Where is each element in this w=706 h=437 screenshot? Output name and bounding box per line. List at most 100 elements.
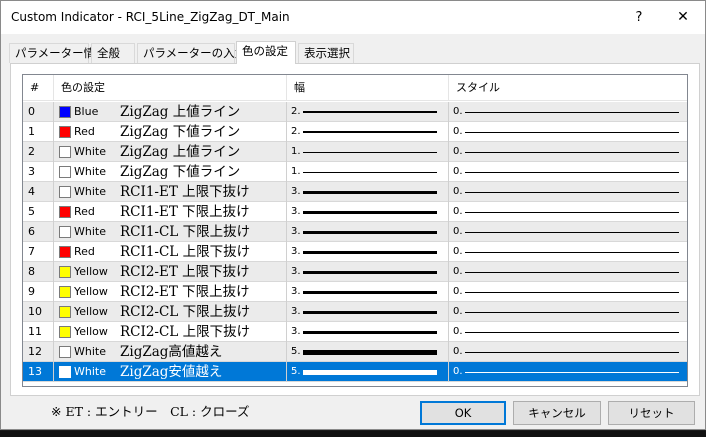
width-cell[interactable]: 1. (287, 162, 449, 182)
color-swatch[interactable] (59, 346, 71, 358)
style-preview-line (465, 232, 679, 233)
color-name: Yellow (74, 285, 108, 298)
style-cell[interactable]: 0. (449, 282, 687, 302)
width-cell[interactable]: 5. (287, 342, 449, 362)
table-row[interactable]: 5 Red RCI1-ET 下限上抜け 3. 0. (23, 202, 687, 222)
style-value: 0. (453, 246, 463, 257)
color-cell[interactable]: Red ZigZag 下値ライン (54, 122, 287, 142)
header-num[interactable]: # (23, 75, 54, 101)
table-row[interactable]: 8 Yellow RCI2-ET 上限下抜け 3. 0. (23, 262, 687, 282)
table-row[interactable]: 13 White ZigZag安値越え 5. 0. (23, 362, 687, 382)
style-cell[interactable]: 0. (449, 302, 687, 322)
header-width[interactable]: 幅 (287, 75, 449, 101)
width-preview-line (303, 131, 437, 133)
table-row[interactable]: 11 Yellow RCI2-CL 上限下抜け 3. 0. (23, 322, 687, 342)
color-swatch[interactable] (59, 266, 71, 278)
table-row[interactable]: 1 Red ZigZag 下値ライン 2. 0. (23, 122, 687, 142)
table-row[interactable]: 10 Yellow RCI2-CL 下限上抜け 3. 0. (23, 302, 687, 322)
style-value: 0. (453, 366, 463, 377)
width-cell[interactable]: 5. (287, 362, 449, 382)
table-row[interactable]: 12 White ZigZag高値越え 5. 0. (23, 342, 687, 362)
width-preview-line (303, 211, 437, 214)
color-cell[interactable]: White ZigZag安値越え (54, 362, 287, 382)
ok-button[interactable]: OK (420, 401, 506, 425)
width-cell[interactable]: 3. (287, 262, 449, 282)
table-row[interactable]: 4 White RCI1-ET 上限下抜け 3. 0. (23, 182, 687, 202)
color-swatch[interactable] (59, 306, 71, 318)
close-button[interactable]: ✕ (661, 1, 705, 34)
color-swatch[interactable] (59, 226, 71, 238)
color-swatch[interactable] (59, 286, 71, 298)
table-row[interactable]: 7 Red RCI1-CL 上限下抜け 3. 0. (23, 242, 687, 262)
reset-button[interactable]: リセット (608, 401, 695, 425)
width-cell[interactable]: 3. (287, 202, 449, 222)
color-cell[interactable]: Red RCI1-CL 上限下抜け (54, 242, 287, 262)
line-label: ZigZag 上値ライン (120, 104, 241, 120)
color-swatch[interactable] (59, 186, 71, 198)
table-row[interactable]: 3 White ZigZag 下値ライン 1. 0. (23, 162, 687, 182)
width-cell[interactable]: 3. (287, 182, 449, 202)
tab-parameter-info[interactable]: パラメーター情報 (9, 43, 107, 63)
color-swatch[interactable] (59, 326, 71, 338)
style-cell[interactable]: 0. (449, 202, 687, 222)
style-cell[interactable]: 0. (449, 222, 687, 242)
style-value: 0. (453, 186, 463, 197)
color-cell[interactable]: Blue ZigZag 上値ライン (54, 102, 287, 122)
color-cell[interactable]: Yellow RCI2-CL 下限上抜け (54, 302, 287, 322)
header-color[interactable]: 色の設定 (54, 75, 287, 101)
width-cell[interactable]: 2. (287, 122, 449, 142)
color-cell[interactable]: White ZigZag高値越え (54, 342, 287, 362)
color-swatch[interactable] (59, 146, 71, 158)
style-cell[interactable]: 0. (449, 182, 687, 202)
style-cell[interactable]: 0. (449, 102, 687, 122)
style-cell[interactable]: 0. (449, 362, 687, 382)
style-preview-line (465, 332, 679, 333)
width-cell[interactable]: 3. (287, 302, 449, 322)
color-swatch[interactable] (59, 366, 71, 378)
style-cell[interactable]: 0. (449, 162, 687, 182)
tab-general[interactable]: 全般 (91, 43, 135, 63)
color-swatch[interactable] (59, 166, 71, 178)
tab-color-settings[interactable]: 色の設定 (236, 41, 296, 64)
color-cell[interactable]: Yellow RCI2-ET 下限上抜け (54, 282, 287, 302)
width-cell[interactable]: 3. (287, 282, 449, 302)
width-cell[interactable]: 3. (287, 322, 449, 342)
style-preview-line (465, 172, 679, 173)
color-swatch[interactable] (59, 106, 71, 118)
table-row[interactable]: 9 Yellow RCI2-ET 下限上抜け 3. 0. (23, 282, 687, 302)
table-row[interactable]: 2 White ZigZag 上値ライン 1. 0. (23, 142, 687, 162)
style-cell[interactable]: 0. (449, 142, 687, 162)
color-cell[interactable]: Yellow RCI2-ET 上限下抜け (54, 262, 287, 282)
style-cell[interactable]: 0. (449, 342, 687, 362)
row-index: 11 (23, 322, 54, 342)
style-cell[interactable]: 0. (449, 322, 687, 342)
width-cell[interactable]: 3. (287, 222, 449, 242)
color-swatch[interactable] (59, 206, 71, 218)
style-cell[interactable]: 0. (449, 262, 687, 282)
color-cell[interactable]: White ZigZag 上値ライン (54, 142, 287, 162)
tab-parameter-input[interactable]: パラメーターの入力 (137, 43, 246, 63)
line-label: ZigZag 上値ライン (120, 144, 241, 160)
color-cell[interactable]: White RCI1-CL 下限上抜け (54, 222, 287, 242)
style-cell[interactable]: 0. (449, 122, 687, 142)
tab-display-selection[interactable]: 表示選択 (298, 43, 354, 63)
cancel-button[interactable]: キャンセル (513, 401, 601, 425)
help-button[interactable]: ? (621, 1, 657, 34)
width-preview-line (303, 231, 437, 234)
table-row[interactable]: 0 Blue ZigZag 上値ライン 2. 0. (23, 102, 687, 122)
table-row[interactable]: 6 White RCI1-CL 下限上抜け 3. 0. (23, 222, 687, 242)
header-style[interactable]: スタイル (449, 75, 687, 101)
color-cell[interactable]: Red RCI1-ET 下限上抜け (54, 202, 287, 222)
row-index: 12 (23, 342, 54, 362)
width-cell[interactable]: 3. (287, 242, 449, 262)
width-cell[interactable]: 1. (287, 142, 449, 162)
color-cell[interactable]: White RCI1-ET 上限下抜け (54, 182, 287, 202)
color-swatch[interactable] (59, 126, 71, 138)
color-swatch[interactable] (59, 246, 71, 258)
color-cell[interactable]: White ZigZag 下値ライン (54, 162, 287, 182)
color-cell[interactable]: Yellow RCI2-CL 上限下抜け (54, 322, 287, 342)
width-cell[interactable]: 2. (287, 102, 449, 122)
style-cell[interactable]: 0. (449, 242, 687, 262)
style-value: 0. (453, 226, 463, 237)
row-index: 7 (23, 242, 54, 262)
